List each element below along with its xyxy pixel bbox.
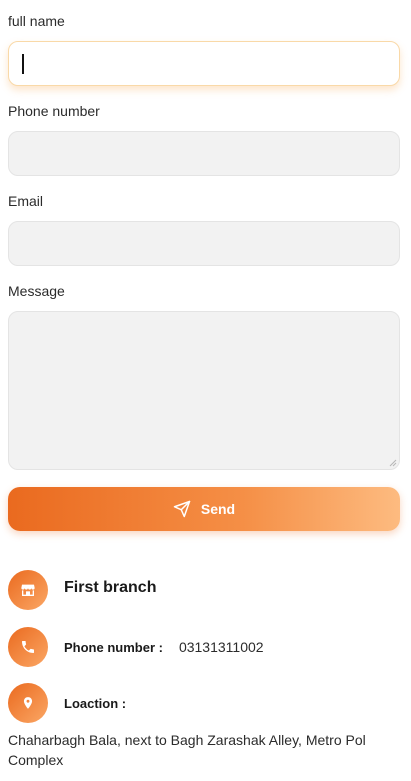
text-caret	[22, 54, 24, 74]
email-label: Email	[8, 193, 44, 209]
email-field[interactable]	[8, 221, 400, 266]
send-button-label: Send	[200, 501, 236, 517]
send-button[interactable]: Send	[8, 487, 400, 531]
contact-page: full name Phone number Email Message Sen…	[0, 0, 411, 781]
phone-row: Phone number : 03131311002	[64, 637, 264, 657]
phone-row-value[interactable]: 03131311002	[179, 639, 264, 655]
branch-address: Chaharbagh Bala, next to Bagh Zarashak A…	[8, 732, 366, 768]
store-icon-badge	[8, 570, 48, 610]
phone-icon	[22, 641, 34, 653]
phone-row-label: Phone number :	[64, 639, 163, 655]
store-icon	[21, 584, 35, 596]
phone-number-label: Phone number	[8, 103, 100, 119]
phone-icon-badge	[8, 627, 48, 667]
location-icon-badge	[8, 683, 48, 723]
location-row-label: Loaction :	[64, 695, 127, 711]
send-icon	[173, 500, 191, 518]
message-textarea[interactable]	[8, 311, 400, 470]
full-name-label: full name	[8, 13, 65, 29]
message-label: Message	[8, 283, 65, 299]
phone-number-field[interactable]	[8, 131, 400, 176]
resize-grip-icon[interactable]	[389, 459, 397, 467]
full-name-field[interactable]	[8, 41, 400, 86]
location-row: Loaction :	[64, 693, 126, 713]
branch-title: First branch	[64, 579, 157, 596]
location-pin-icon	[23, 697, 33, 709]
